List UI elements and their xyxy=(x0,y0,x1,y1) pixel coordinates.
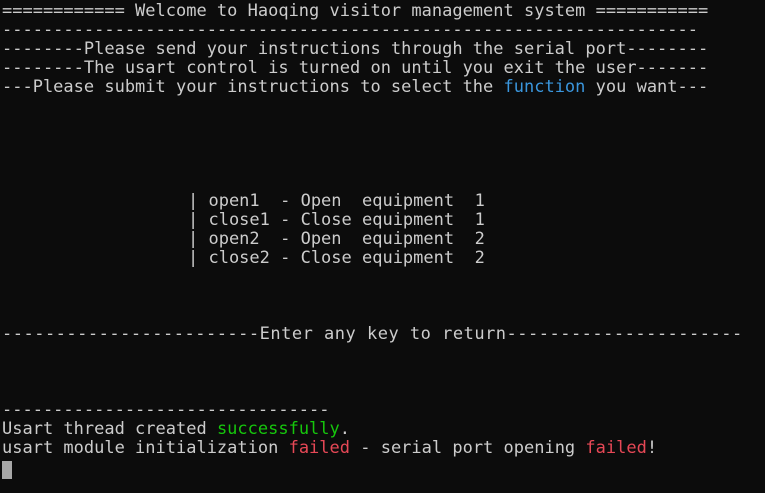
failed-status-2: failed xyxy=(585,438,647,458)
instruction-serial-port: --------Please send your instructions th… xyxy=(2,39,709,59)
log-init-text: usart module initialization xyxy=(2,438,289,458)
instruction-usart-control: --------The usart control is turned on u… xyxy=(2,58,709,78)
console-window[interactable]: ============ Welcome to Haoqing visitor … xyxy=(0,0,765,493)
return-prompt: ------------------------Enter any key to… xyxy=(2,324,743,344)
menu-item-close2: | close2 - Close equipment 2 xyxy=(188,248,485,268)
banner-title: ============ Welcome to Haoqing visitor … xyxy=(2,1,709,21)
log-init-failed: usart module initialization failed - ser… xyxy=(2,439,657,458)
log-thread-created: Usart thread created successfully. xyxy=(2,420,350,439)
menu-item-open1: | open1 - Open equipment 1 xyxy=(188,191,485,211)
function-keyword: function xyxy=(503,77,586,97)
instruction-suffix: you want--- xyxy=(585,77,709,97)
instruction-select-function: ---Please submit your instructions to se… xyxy=(2,78,708,97)
banner-separator: ----------------------------------------… xyxy=(2,20,698,40)
success-status: successfully xyxy=(216,419,340,439)
menu-item-close1: | close1 - Close equipment 1 xyxy=(188,210,485,230)
log-separator: -------------------------------- xyxy=(2,400,330,420)
failed-status: failed xyxy=(288,438,350,458)
log-init-exclaim: ! xyxy=(646,438,658,458)
log-thread-text: Usart thread created xyxy=(2,419,217,439)
menu-item-open2: | open2 - Open equipment 2 xyxy=(188,229,485,249)
text-cursor[interactable] xyxy=(2,461,12,479)
instruction-prefix: ---Please submit your instructions to se… xyxy=(2,77,504,97)
log-thread-period: . xyxy=(339,419,351,439)
log-init-middle: - serial port opening xyxy=(350,438,586,458)
